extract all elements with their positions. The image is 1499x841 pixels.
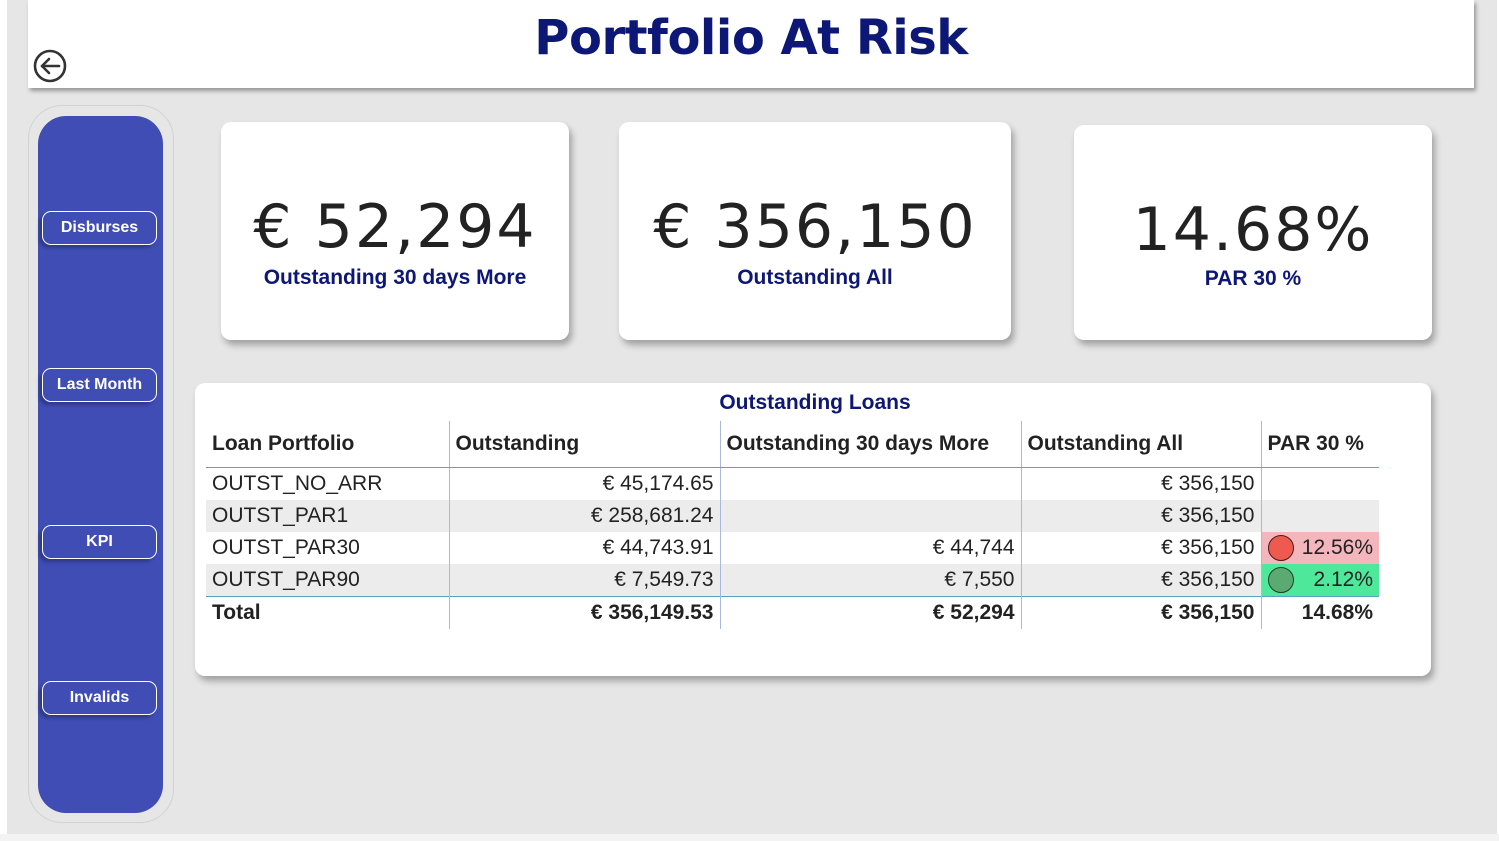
- card-value: € 356,150: [653, 192, 977, 262]
- par30-value: 12.56%: [1301, 536, 1373, 559]
- cell-portfolio: OUTST_NO_ARR: [212, 472, 383, 495]
- cell-portfolio: Total: [206, 596, 449, 629]
- green-indicator-icon: [1267, 567, 1294, 593]
- column-header-outstanding[interactable]: Outstanding: [448, 421, 720, 468]
- cell-outstanding-all: € 356,150: [1020, 500, 1261, 532]
- cell-outstanding-30: € 7,550: [719, 564, 1021, 597]
- cell-outstanding: € 45,174.65: [448, 467, 720, 500]
- back-arrow-icon: [33, 49, 67, 83]
- nav-button-disburses[interactable]: Disburses: [42, 211, 157, 245]
- table-header-row: Loan Portfolio Outstanding Outstanding 3…: [206, 421, 1379, 468]
- cell-outstanding: € 7,549.73: [448, 564, 720, 597]
- column-header-outstanding-all[interactable]: Outstanding All: [1020, 421, 1261, 468]
- bottom-strip: [0, 834, 1499, 841]
- table-title: Outstanding Loans: [719, 391, 911, 414]
- cell-outstanding: € 44,743.91: [448, 532, 720, 564]
- nav-button-last-month[interactable]: Last Month: [42, 368, 157, 402]
- cell-par30: 12.56%: [1260, 532, 1379, 564]
- page-title: Portfolio At Risk: [534, 10, 968, 66]
- table-row: OUTST_NO_ARR € 45,174.65 € 356,150: [206, 467, 1379, 500]
- cell-outstanding-30: € 52,294: [719, 596, 1021, 629]
- cell-portfolio: OUTST_PAR1: [206, 500, 449, 532]
- cell-outstanding: € 356,149.53: [448, 596, 720, 629]
- red-indicator-icon: [1267, 535, 1294, 561]
- cell-outstanding-all: € 356,150: [1020, 467, 1261, 500]
- par30-value: 2.12%: [1313, 568, 1373, 591]
- cell-par30: [1260, 500, 1379, 532]
- table-row: OUTST_PAR90 € 7,549.73 € 7,550 € 356,150…: [206, 564, 1379, 597]
- cell-outstanding-all: € 356,150: [1020, 532, 1261, 564]
- table-row: OUTST_PAR1 € 258,681.24 € 356,150: [206, 500, 1379, 532]
- cell-par30: 14.68%: [1260, 596, 1379, 629]
- nav-button-invalids[interactable]: Invalids: [42, 681, 157, 715]
- kpi-card-par30: 14.68% PAR 30 %: [1074, 125, 1432, 340]
- table-row: OUTST_PAR30 € 44,743.91 € 44,744 € 356,1…: [206, 532, 1379, 564]
- kpi-card-outstanding-30: € 52,294 Outstanding 30 days More: [221, 122, 569, 340]
- card-label: Outstanding All: [737, 266, 893, 289]
- column-header-loan-portfolio[interactable]: Loan Portfolio: [206, 421, 449, 468]
- cell-outstanding-30: [719, 467, 1021, 500]
- column-header-outstanding-30[interactable]: Outstanding 30 days More: [719, 421, 1021, 468]
- cell-portfolio: OUTST_PAR90: [206, 564, 449, 597]
- cell-outstanding-30: [719, 500, 1021, 532]
- header-bar: Portfolio At Risk: [28, 0, 1474, 88]
- cell-outstanding-all: € 356,150: [1020, 564, 1261, 597]
- card-label: PAR 30 %: [1204, 267, 1302, 290]
- back-button[interactable]: [33, 49, 67, 83]
- card-value: 14.68%: [1132, 195, 1374, 265]
- kpi-card-outstanding-all: € 356,150 Outstanding All: [619, 122, 1011, 340]
- outstanding-loans-table-panel: Outstanding Loans Loan Portfolio Outstan…: [195, 383, 1431, 676]
- card-value: € 52,294: [253, 192, 537, 262]
- cell-outstanding-30: € 44,744: [719, 532, 1021, 564]
- nav-button-kpi[interactable]: KPI: [42, 525, 157, 559]
- card-label: Outstanding 30 days More: [263, 266, 527, 289]
- table-total-row: Total € 356,149.53 € 52,294 € 356,150 14…: [206, 596, 1379, 629]
- cell-portfolio: OUTST_PAR30: [212, 536, 360, 559]
- cell-outstanding: € 258,681.24: [448, 500, 720, 532]
- cell-outstanding-all: € 356,150: [1020, 596, 1261, 629]
- cell-par30: [1260, 467, 1379, 500]
- column-header-par30[interactable]: PAR 30 %: [1260, 421, 1379, 468]
- cell-par30: 2.12%: [1260, 564, 1379, 597]
- outstanding-loans-table: Loan Portfolio Outstanding Outstanding 3…: [206, 421, 1379, 629]
